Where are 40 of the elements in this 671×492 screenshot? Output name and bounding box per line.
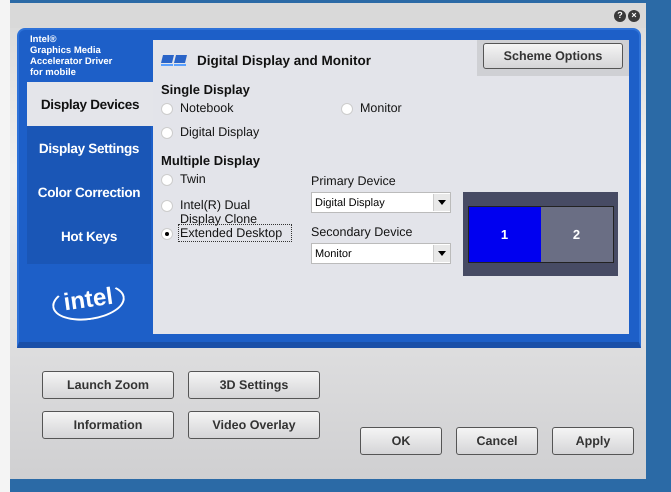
displays-icon [161, 53, 189, 67]
field-label: Primary Device [311, 174, 397, 188]
tool-button[interactable]: Video Overlay [188, 411, 320, 439]
secondary-device-dropdown[interactable]: Monitor [311, 243, 451, 264]
radio-button[interactable] [341, 103, 353, 115]
dialog-button[interactable]: OK [360, 427, 442, 455]
radio-button[interactable] [161, 127, 173, 139]
primary-device-dropdown[interactable]: Digital Display [311, 192, 451, 213]
display-tile[interactable]: 1 [468, 206, 540, 262]
dialog-button[interactable]: Cancel [456, 427, 538, 455]
section-heading: Multiple Display [161, 153, 261, 168]
sidebar-tab[interactable]: Hot Keys [27, 214, 151, 258]
product-name-line: for mobile [30, 67, 77, 78]
tool-button[interactable]: Information [42, 411, 174, 439]
radio-label[interactable]: Notebook [180, 101, 234, 115]
radio-label[interactable]: Digital Display [180, 125, 260, 139]
radio-label[interactable]: Extended Desktop [180, 226, 290, 240]
section-heading: Single Display [161, 82, 251, 97]
field-label: Secondary Device [311, 225, 414, 239]
radio-label[interactable]: Intel(R) Dual Display Clone [180, 198, 272, 226]
radio-button[interactable] [161, 200, 173, 212]
product-name-line: Accelerator Driver [30, 56, 114, 67]
tool-button[interactable]: 3D Settings [188, 371, 320, 399]
display-tile[interactable]: 2 [540, 206, 612, 262]
tool-button[interactable]: Launch Zoom [42, 371, 174, 399]
scheme-options-button[interactable]: Scheme Options [483, 43, 623, 69]
radio-label[interactable]: Twin [180, 172, 272, 186]
sidebar-tab[interactable]: Display Settings [27, 126, 151, 170]
product-name-line: Intel® [30, 34, 58, 45]
radio-button[interactable] [161, 103, 173, 115]
radio-button[interactable] [161, 228, 173, 240]
product-name-line: Graphics Media [30, 45, 102, 56]
help-button[interactable]: ? [614, 10, 626, 22]
dialog-button[interactable]: Apply [552, 427, 634, 455]
sidebar-tab[interactable]: Display Devices [27, 82, 153, 126]
radio-button[interactable] [161, 174, 173, 186]
radio-label[interactable]: Monitor [360, 101, 402, 115]
close-button[interactable]: × [628, 10, 640, 22]
sidebar-tab[interactable]: Color Correction [27, 170, 151, 214]
panel-title: Digital Display and Monitor [197, 52, 372, 68]
